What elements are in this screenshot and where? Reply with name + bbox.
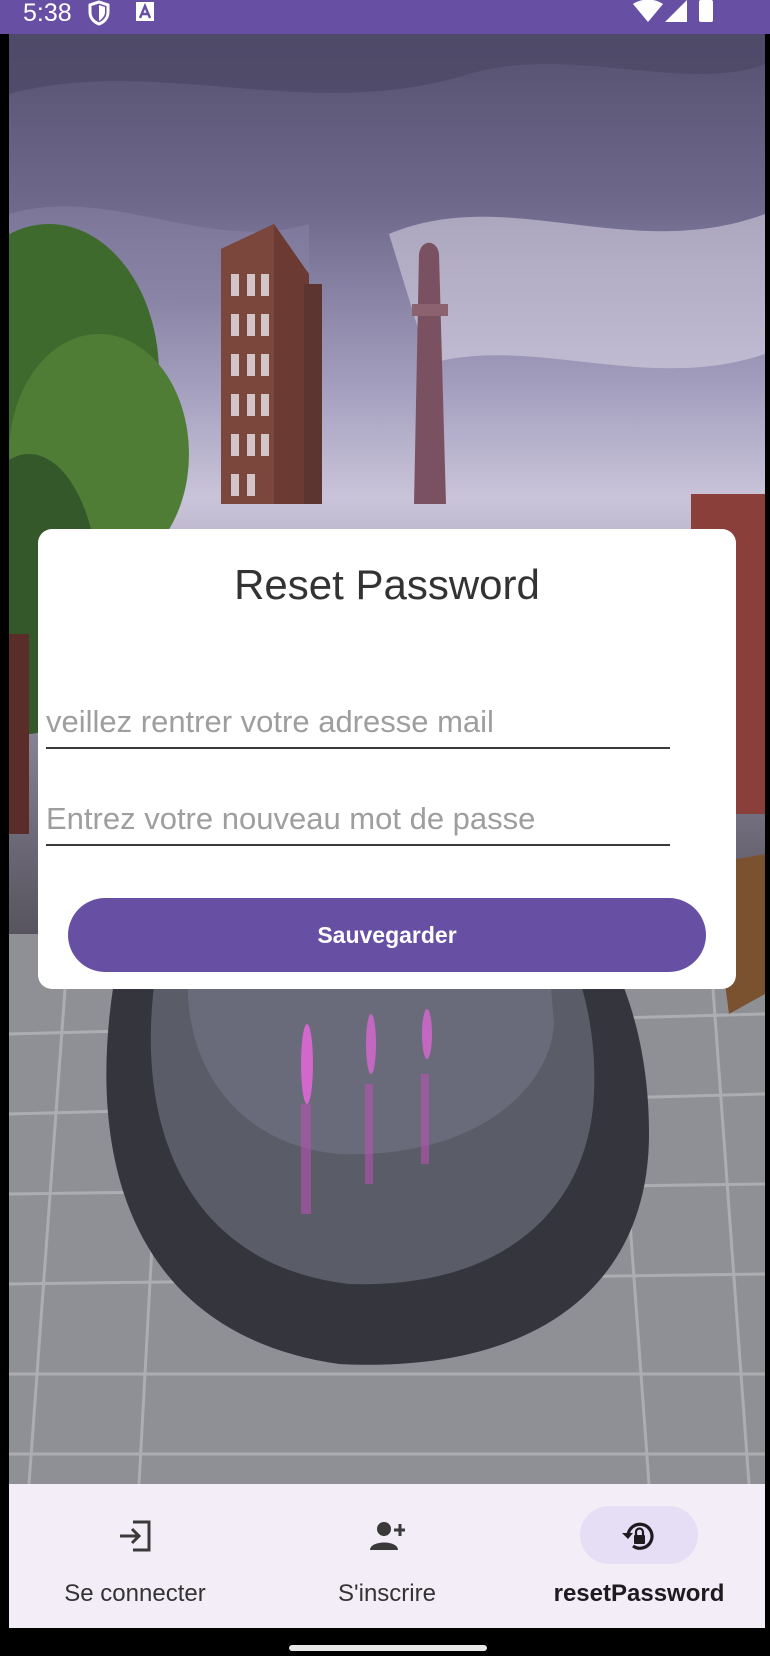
shield-icon [88, 0, 110, 26]
nav-item-signup[interactable]: S'inscrire [261, 1484, 513, 1628]
nav-label-login: Se connecter [64, 1580, 206, 1607]
phone-screen: 5:38 Reset Password veillez rentrer votr… [0, 0, 770, 1656]
app-content: Reset Password Sauvegarder Se connecter [9, 34, 765, 1628]
login-icon [120, 1520, 151, 1552]
nav-label-reset-password: resetPassword [553, 1580, 725, 1607]
person-add-icon [370, 1522, 405, 1550]
bottom-navigation: Se connecter S'inscrire resetPassword [9, 1484, 765, 1628]
signal-icon [665, 0, 687, 22]
status-time: 5:38 [23, 0, 72, 27]
nav-item-reset-password[interactable]: resetPassword [513, 1484, 765, 1628]
status-bar: 5:38 [0, 0, 770, 34]
email-field[interactable] [46, 699, 670, 749]
email-input[interactable] [46, 699, 670, 745]
battery-icon [699, 0, 713, 22]
wifi-icon [633, 0, 663, 22]
new-password-field[interactable] [46, 796, 670, 846]
home-indicator[interactable] [289, 1645, 487, 1651]
keyboard-a-icon [136, 2, 154, 21]
lock-reset-icon [622, 1522, 654, 1550]
card-title: Reset Password [234, 561, 540, 608]
nav-item-login[interactable]: Se connecter [9, 1484, 261, 1628]
new-password-input[interactable] [46, 796, 670, 842]
save-button[interactable]: Sauvegarder [68, 898, 706, 972]
nav-label-signup: S'inscrire [338, 1580, 436, 1607]
